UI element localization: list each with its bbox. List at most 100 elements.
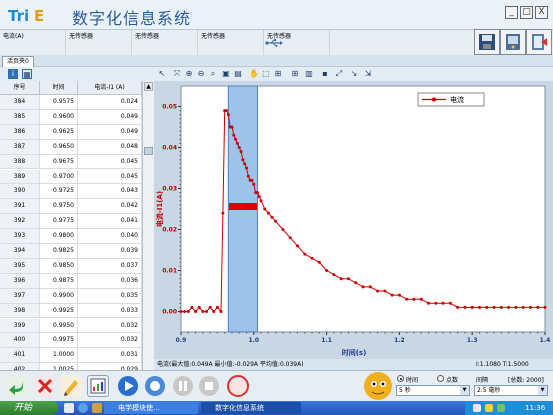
table-row[interactable]: 402 1.0025 0.029	[0, 363, 142, 370]
table-row[interactable]: 400 0.9975 0.032	[0, 333, 142, 349]
interval-label: 间隔	[476, 377, 489, 384]
pointer-icon[interactable]: ↖	[157, 69, 167, 79]
pencil-icon	[64, 380, 78, 396]
table-scrollbar[interactable]: ▲	[142, 81, 154, 370]
table-row[interactable]: 399 0.9950 0.032	[0, 318, 142, 334]
export-icon[interactable]: ⇲	[363, 69, 373, 79]
table-row[interactable]: 384 0.9575 0.024	[0, 95, 142, 110]
table-row[interactable]: 385 0.9600 0.049	[0, 109, 142, 125]
radio-points[interactable]	[437, 375, 444, 382]
table-view-icon[interactable]: ▦	[22, 69, 32, 79]
taskbar-item-word[interactable]: 电学模块使...	[104, 402, 198, 414]
table-cell: 0.9900	[40, 288, 78, 303]
table-row[interactable]: 394 0.9825 0.039	[0, 244, 142, 259]
tab-binder-0[interactable]: 活页夹0	[2, 56, 34, 67]
table-cell: 395	[0, 258, 40, 273]
hand-pan-icon[interactable]: ✋	[249, 69, 259, 79]
play-button[interactable]	[117, 375, 139, 397]
table-row[interactable]: 387 0.9650 0.048	[0, 139, 142, 155]
zoom-out-icon[interactable]: ⊖	[196, 69, 206, 79]
ie-quicklaunch-icon[interactable]	[78, 403, 88, 413]
table-row[interactable]: 398 0.9925 0.033	[0, 303, 142, 319]
edit-button[interactable]	[60, 375, 82, 397]
info-icon[interactable]: i	[8, 69, 18, 79]
select-region-icon[interactable]: ⬚	[261, 69, 271, 79]
device-button[interactable]	[500, 29, 526, 55]
table-row[interactable]: 390 0.9725 0.043	[0, 184, 142, 200]
sensor-label: 无传感器	[201, 33, 226, 40]
report-button[interactable]	[87, 375, 109, 397]
column-header-current[interactable]: 电流-I1 (A)	[78, 81, 142, 95]
tray-icon[interactable]	[473, 404, 481, 412]
table-row[interactable]: 392 0.9775 0.041	[0, 214, 142, 230]
table-row[interactable]: 397 0.9900 0.035	[0, 288, 142, 304]
data-point	[232, 133, 236, 137]
cursor-marker[interactable]	[229, 203, 257, 210]
maximize-button[interactable]: □	[520, 6, 533, 19]
start-button[interactable]: 开始	[0, 401, 58, 415]
data-point	[241, 158, 245, 162]
table-cell: 402	[0, 363, 40, 370]
chevron-down-icon[interactable]: ▼	[460, 386, 469, 395]
data-point	[215, 305, 219, 309]
table-row[interactable]: 389 0.9700 0.045	[0, 169, 142, 185]
zoom-in-icon[interactable]: ⊕	[184, 69, 194, 79]
table-layout-icon[interactable]: ▥	[304, 69, 314, 79]
grid-icon[interactable]: ⊞	[290, 69, 300, 79]
curve-fit-icon[interactable]: ⤢	[334, 69, 344, 79]
current-time-chart[interactable]: 0.9 1.0 1.1 1.2 1.3 1.4 0.00 0.01 0.02 0.03 0.04 0.…	[154, 81, 553, 359]
table-row[interactable]: 396 0.9875 0.036	[0, 273, 142, 289]
tray-icon[interactable]	[485, 404, 493, 412]
sensor-label: 无传感器	[69, 33, 94, 40]
taskbar-item-app[interactable]: 数字化信息系统	[201, 402, 301, 414]
fit-y-icon[interactable]: ▤	[233, 69, 243, 79]
duration-select[interactable]: 5 秒 ▼	[396, 385, 470, 396]
step-button[interactable]	[144, 375, 166, 397]
usb-icon	[265, 39, 283, 47]
delete-button[interactable]	[34, 375, 56, 397]
table-row[interactable]: 393 0.9800 0.040	[0, 229, 142, 244]
table-row[interactable]: 391 0.9750 0.042	[0, 199, 142, 215]
data-point	[230, 125, 234, 129]
sample-setting-button[interactable]	[227, 375, 249, 397]
chevron-down-icon[interactable]: ▼	[538, 386, 547, 395]
tray-icon[interactable]	[497, 404, 505, 412]
scroll-up-arrow-icon[interactable]: ▲	[144, 82, 153, 91]
axis-tool-icon[interactable]: ↘	[349, 69, 359, 79]
column-header-time[interactable]: 时间	[40, 81, 78, 95]
clock: 11:36	[525, 404, 546, 412]
save-disk-button[interactable]	[474, 29, 500, 55]
table-cell: 0.045	[78, 154, 142, 169]
table-row[interactable]: 401 1.0000 0.031	[0, 348, 142, 364]
table-row[interactable]: 388 0.9675 0.045	[0, 154, 142, 170]
app-title: 数字化信息系统	[72, 9, 192, 28]
column-header-index[interactable]: 序号	[0, 81, 40, 95]
save-icon[interactable]: ▪	[320, 69, 330, 79]
pause-button[interactable]	[172, 375, 194, 397]
scroll-thumb[interactable]	[144, 147, 153, 155]
fit-x-icon[interactable]: ▣	[221, 69, 231, 79]
interval-select[interactable]: 2.5 毫秒 ▼	[474, 385, 548, 396]
table-row[interactable]: 386 0.9625 0.049	[0, 124, 142, 140]
table-row[interactable]: 395 0.9850 0.037	[0, 258, 142, 274]
status-line: 电流(最大值:0.049A 最小值:-0.029A 平均值:0.039A) I:…	[154, 359, 553, 370]
explorer-quicklaunch-icon[interactable]	[92, 403, 102, 413]
marker-icon[interactable]: ⊞	[273, 69, 283, 79]
close-button[interactable]: X	[535, 6, 548, 19]
table-cell: 400	[0, 333, 40, 348]
desktop-quicklaunch-icon[interactable]	[64, 403, 74, 413]
table-cell: 0.032	[78, 333, 142, 348]
radio-time[interactable]	[397, 375, 404, 382]
exit-button[interactable]	[526, 29, 552, 55]
x-tick-label: 1.1	[321, 337, 332, 344]
table-cell: 0.024	[78, 95, 142, 109]
minimize-button[interactable]: _	[505, 6, 518, 19]
return-arrow-icon	[9, 381, 24, 395]
magnifier-icon[interactable]: ⌕	[208, 69, 218, 79]
table-cell: 0.9575	[40, 95, 78, 109]
stop-button[interactable]	[198, 375, 220, 397]
zoom-fit-icon[interactable]: ⤧	[172, 69, 182, 79]
back-button[interactable]	[6, 375, 28, 397]
data-table: 序号 时间 电流-I1 (A) 384 0.9575 0.024 385 0.9600 0…	[0, 81, 142, 370]
table-cell: 390	[0, 184, 40, 199]
